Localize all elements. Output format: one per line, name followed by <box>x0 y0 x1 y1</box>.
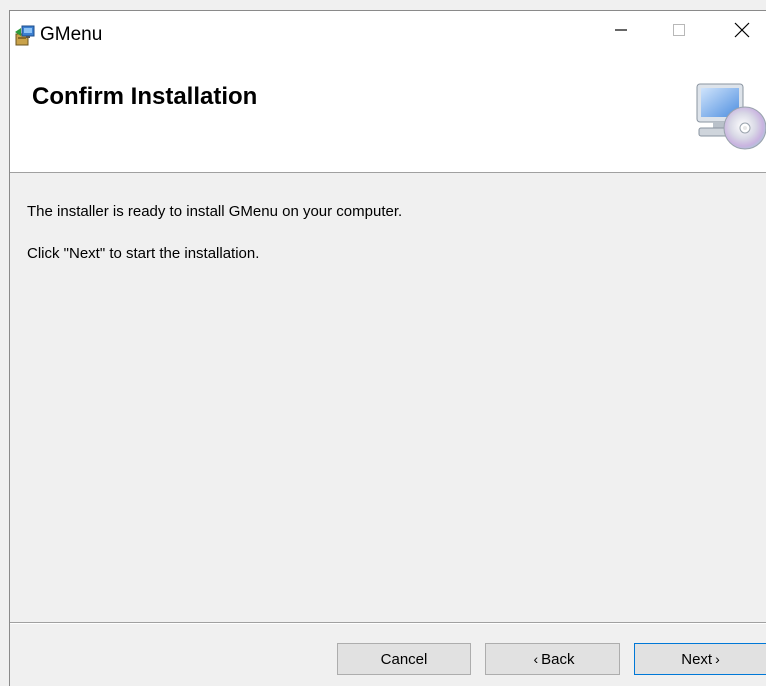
cancel-button[interactable]: Cancel <box>337 643 471 675</box>
chevron-right-icon: › <box>715 651 720 667</box>
maximize-button[interactable] <box>656 11 702 54</box>
close-button[interactable] <box>719 11 765 54</box>
page-title: Confirm Installation <box>32 83 258 110</box>
maximize-icon <box>672 23 686 42</box>
installer-package-icon <box>14 24 36 46</box>
chevron-left-icon: ‹ <box>533 651 539 667</box>
cancel-button-label: Cancel <box>380 650 428 668</box>
back-button[interactable]: ‹ Back <box>485 643 620 675</box>
back-button-label: Back <box>541 650 575 668</box>
ready-message: The installer is ready to install GMenu … <box>27 203 403 220</box>
installer-window: GMenu Confirm Installation The installer… <box>9 10 766 686</box>
minimize-button[interactable] <box>598 11 644 54</box>
window-title: GMenu <box>40 24 103 45</box>
footer-divider <box>10 622 766 624</box>
instruction-message: Click "Next" to start the installation. <box>27 245 260 262</box>
next-button[interactable]: Next › <box>634 643 766 675</box>
next-button-label: Next <box>681 650 713 668</box>
header-banner: Confirm Installation <box>10 54 766 173</box>
close-icon <box>734 22 750 43</box>
minimize-icon <box>614 23 628 42</box>
computer-with-cd-icon <box>693 72 766 152</box>
title-bar[interactable]: GMenu <box>10 11 766 54</box>
